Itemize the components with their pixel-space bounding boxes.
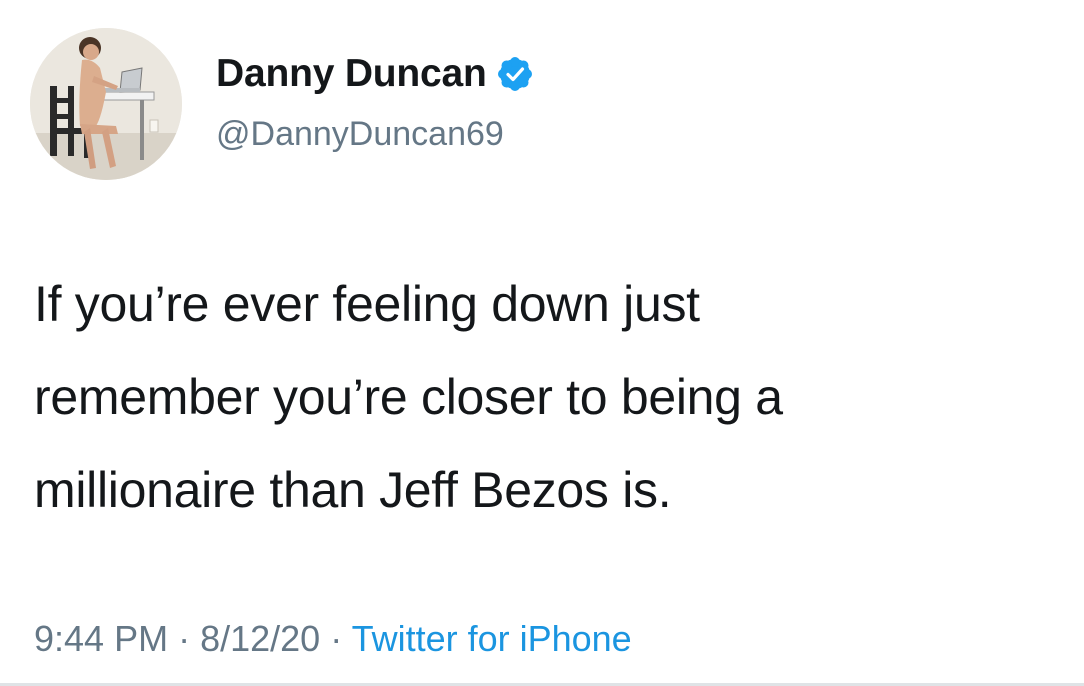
verified-badge-icon [497,56,533,92]
avatar-photo [30,28,182,180]
meta-separator: · [178,618,201,659]
tweet-text-line: If you’re ever feeling down just [34,276,700,332]
avatar[interactable] [30,28,182,180]
tweet-text-line: remember you’re closer to being a [34,369,783,425]
meta-separator: · [330,618,352,659]
tweet-date[interactable]: 8/12/20 [200,618,320,659]
user-handle[interactable]: @DannyDuncan69 [216,115,504,154]
display-name-text: Danny Duncan [216,52,487,95]
tweet-time[interactable]: 9:44 PM [34,618,168,659]
tweet-text: If you’re ever feeling down just remembe… [34,258,1044,537]
tweet-text-line: millionaire than Jeff Bezos is. [34,462,672,518]
tweet-card: Danny Duncan @DannyDuncan69 If you’re ev… [0,0,1084,686]
display-name[interactable]: Danny Duncan [216,52,533,96]
tweet-source-link[interactable]: Twitter for iPhone [352,618,632,659]
tweet-meta: 9:44 PM · 8/12/20 · Twitter for iPhone [34,618,632,660]
